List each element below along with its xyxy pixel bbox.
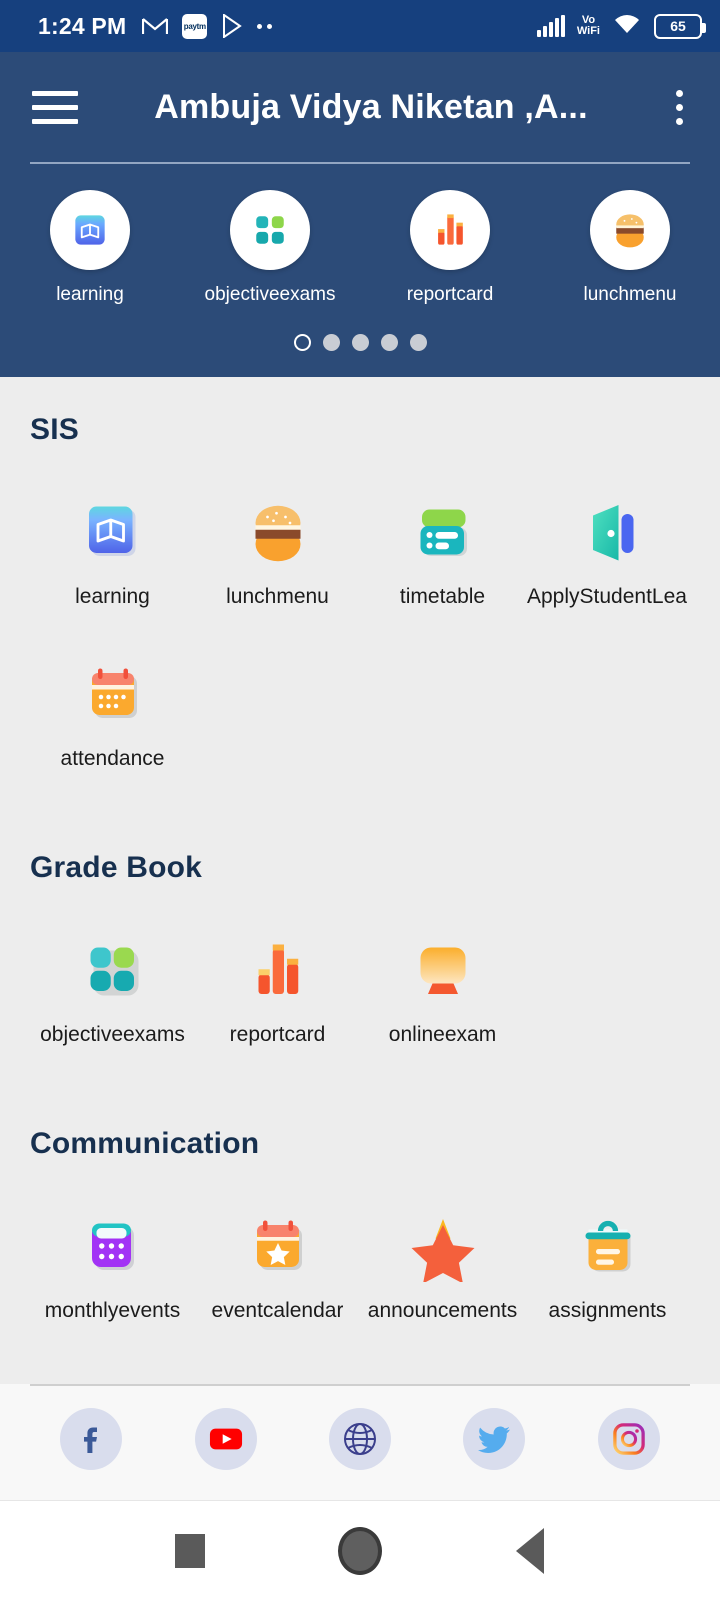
battery-percent: 65 — [670, 18, 686, 34]
home-icon[interactable] — [275, 1526, 445, 1575]
carousel-item-label: lunchmenu — [583, 283, 677, 305]
social-links-bar — [0, 1384, 720, 1500]
carousel-item-objectiveexams[interactable]: objectiveexams — [180, 189, 360, 306]
social-link-youtube[interactable] — [158, 1408, 292, 1470]
timetable-icon — [406, 495, 480, 569]
battery-icon: 65 — [654, 13, 706, 39]
carousel-dot[interactable] — [380, 333, 398, 351]
carousel-dot[interactable] — [293, 333, 311, 351]
recent-apps-icon[interactable] — [105, 1533, 275, 1568]
tile-timetable[interactable]: timetable — [360, 447, 525, 609]
app-bar: Ambuja Vidya Niketan ,A... — [0, 52, 720, 164]
wifi-icon — [612, 12, 642, 41]
calculator-icon — [76, 1209, 150, 1283]
section-title-communication: Communication — [30, 1126, 260, 1160]
app-screen: 1:24 PM paytm Vo WiFi 65 Ambuja Vidya Ni… — [0, 0, 720, 1600]
carousel-dot[interactable] — [409, 333, 427, 351]
tile-onlineexam[interactable]: onlineexam — [360, 885, 525, 1047]
tile-attendance[interactable]: attendance — [30, 609, 195, 771]
tile-label: learning — [75, 584, 150, 608]
bar-chart-icon — [410, 189, 490, 270]
twitter-icon — [463, 1408, 526, 1470]
four-squares-icon — [230, 189, 310, 270]
play-store-icon — [221, 13, 243, 39]
social-link-instagram[interactable] — [562, 1408, 696, 1470]
star-icon — [406, 1209, 480, 1283]
book-icon — [50, 189, 130, 270]
tile-applystudentleave[interactable]: ApplyStudentLea... — [525, 447, 690, 609]
carousel-dot[interactable] — [351, 333, 369, 351]
carousel-item-label: objectiveexams — [204, 283, 336, 305]
tile-label: attendance — [60, 746, 165, 770]
tile-eventcalendar[interactable]: eventcalendar — [195, 1161, 360, 1323]
tile-label: monthlyevents — [44, 1298, 181, 1322]
section-title-sis: SIS — [30, 412, 79, 446]
youtube-icon — [194, 1408, 257, 1470]
volte-wifi-icon: Vo WiFi — [576, 14, 600, 37]
social-link-website[interactable] — [293, 1408, 427, 1470]
tile-label: timetable — [399, 584, 486, 608]
section-title-grade-book: Grade Book — [30, 850, 203, 884]
section-grid-grade-book: objectiveexams reportcard onlineexam — [30, 885, 690, 1047]
monitor-icon — [406, 933, 480, 1007]
section-grid-sis: learning lunchmenu timetable ApplyStuden… — [30, 447, 690, 771]
carousel-item-learning[interactable]: learning — [0, 189, 180, 306]
bar-chart-icon — [241, 933, 315, 1007]
carousel-item-reportcard[interactable]: reportcard — [360, 189, 540, 306]
instagram-icon — [597, 1408, 660, 1470]
back-icon[interactable] — [445, 1527, 615, 1574]
open-door-icon — [571, 495, 645, 569]
tile-placeholder — [525, 885, 690, 1047]
clipboard-icon — [571, 1209, 645, 1283]
tile-label: eventcalendar — [211, 1298, 344, 1322]
facebook-icon — [60, 1408, 123, 1470]
carousel-page-dots[interactable] — [0, 306, 720, 377]
tile-label: lunchmenu — [226, 584, 329, 608]
tile-label: ApplyStudentLea... — [527, 584, 688, 608]
tile-label: reportcard — [229, 1022, 326, 1046]
paytm-icon: paytm — [182, 13, 208, 39]
main-content: SIS learning lunchmenu timetable ApplySt… — [0, 376, 720, 1384]
kebab-menu-icon[interactable] — [664, 89, 694, 125]
tile-announcements[interactable]: announcements — [360, 1161, 525, 1323]
featured-carousel[interactable]: learning objectiveexams reportcard lunch… — [0, 163, 720, 377]
tile-monthlyevents[interactable]: monthlyevents — [30, 1161, 195, 1323]
tile-label: assignments — [548, 1298, 667, 1322]
status-bar-time: 1:24 PM — [38, 12, 127, 39]
globe-icon — [329, 1408, 392, 1470]
android-navigation-bar — [0, 1500, 720, 1600]
more-notifications-icon — [257, 23, 273, 29]
status-bar: 1:24 PM paytm Vo WiFi 65 — [0, 0, 720, 52]
four-squares-icon — [76, 933, 150, 1007]
social-link-facebook[interactable] — [24, 1408, 158, 1470]
book-icon — [76, 495, 150, 569]
tile-assignments[interactable]: assignments — [525, 1161, 690, 1323]
tile-objectiveexams[interactable]: objectiveexams — [30, 885, 195, 1047]
status-bar-system-icons: Vo WiFi 65 — [536, 12, 706, 41]
page-title: Ambuja Vidya Niketan ,A... — [154, 87, 588, 126]
tile-label: announcements — [367, 1298, 518, 1322]
carousel-item-lunchmenu[interactable]: lunchmenu — [540, 189, 720, 306]
tile-learning[interactable]: learning — [30, 447, 195, 609]
tile-reportcard[interactable]: reportcard — [195, 885, 360, 1047]
burger-icon — [590, 189, 670, 270]
carousel-item-label: reportcard — [406, 283, 494, 305]
carousel-dot[interactable] — [322, 333, 340, 351]
gmail-icon — [142, 16, 169, 36]
social-link-twitter[interactable] — [427, 1408, 561, 1470]
calendar-star-icon — [241, 1209, 315, 1283]
burger-icon — [241, 495, 315, 569]
tile-label: onlineexam — [388, 1022, 497, 1046]
section-grid-communication: monthlyevents eventcalendar announcement… — [30, 1161, 690, 1323]
hamburger-menu-icon[interactable] — [32, 90, 78, 124]
tile-label: objectiveexams — [40, 1022, 185, 1046]
tile-lunchmenu[interactable]: lunchmenu — [195, 447, 360, 609]
carousel-item-label: learning — [56, 283, 124, 305]
calendar-dots-icon — [76, 657, 150, 731]
status-bar-notification-icons: paytm — [142, 13, 273, 39]
cellular-signal-icon — [536, 15, 565, 37]
